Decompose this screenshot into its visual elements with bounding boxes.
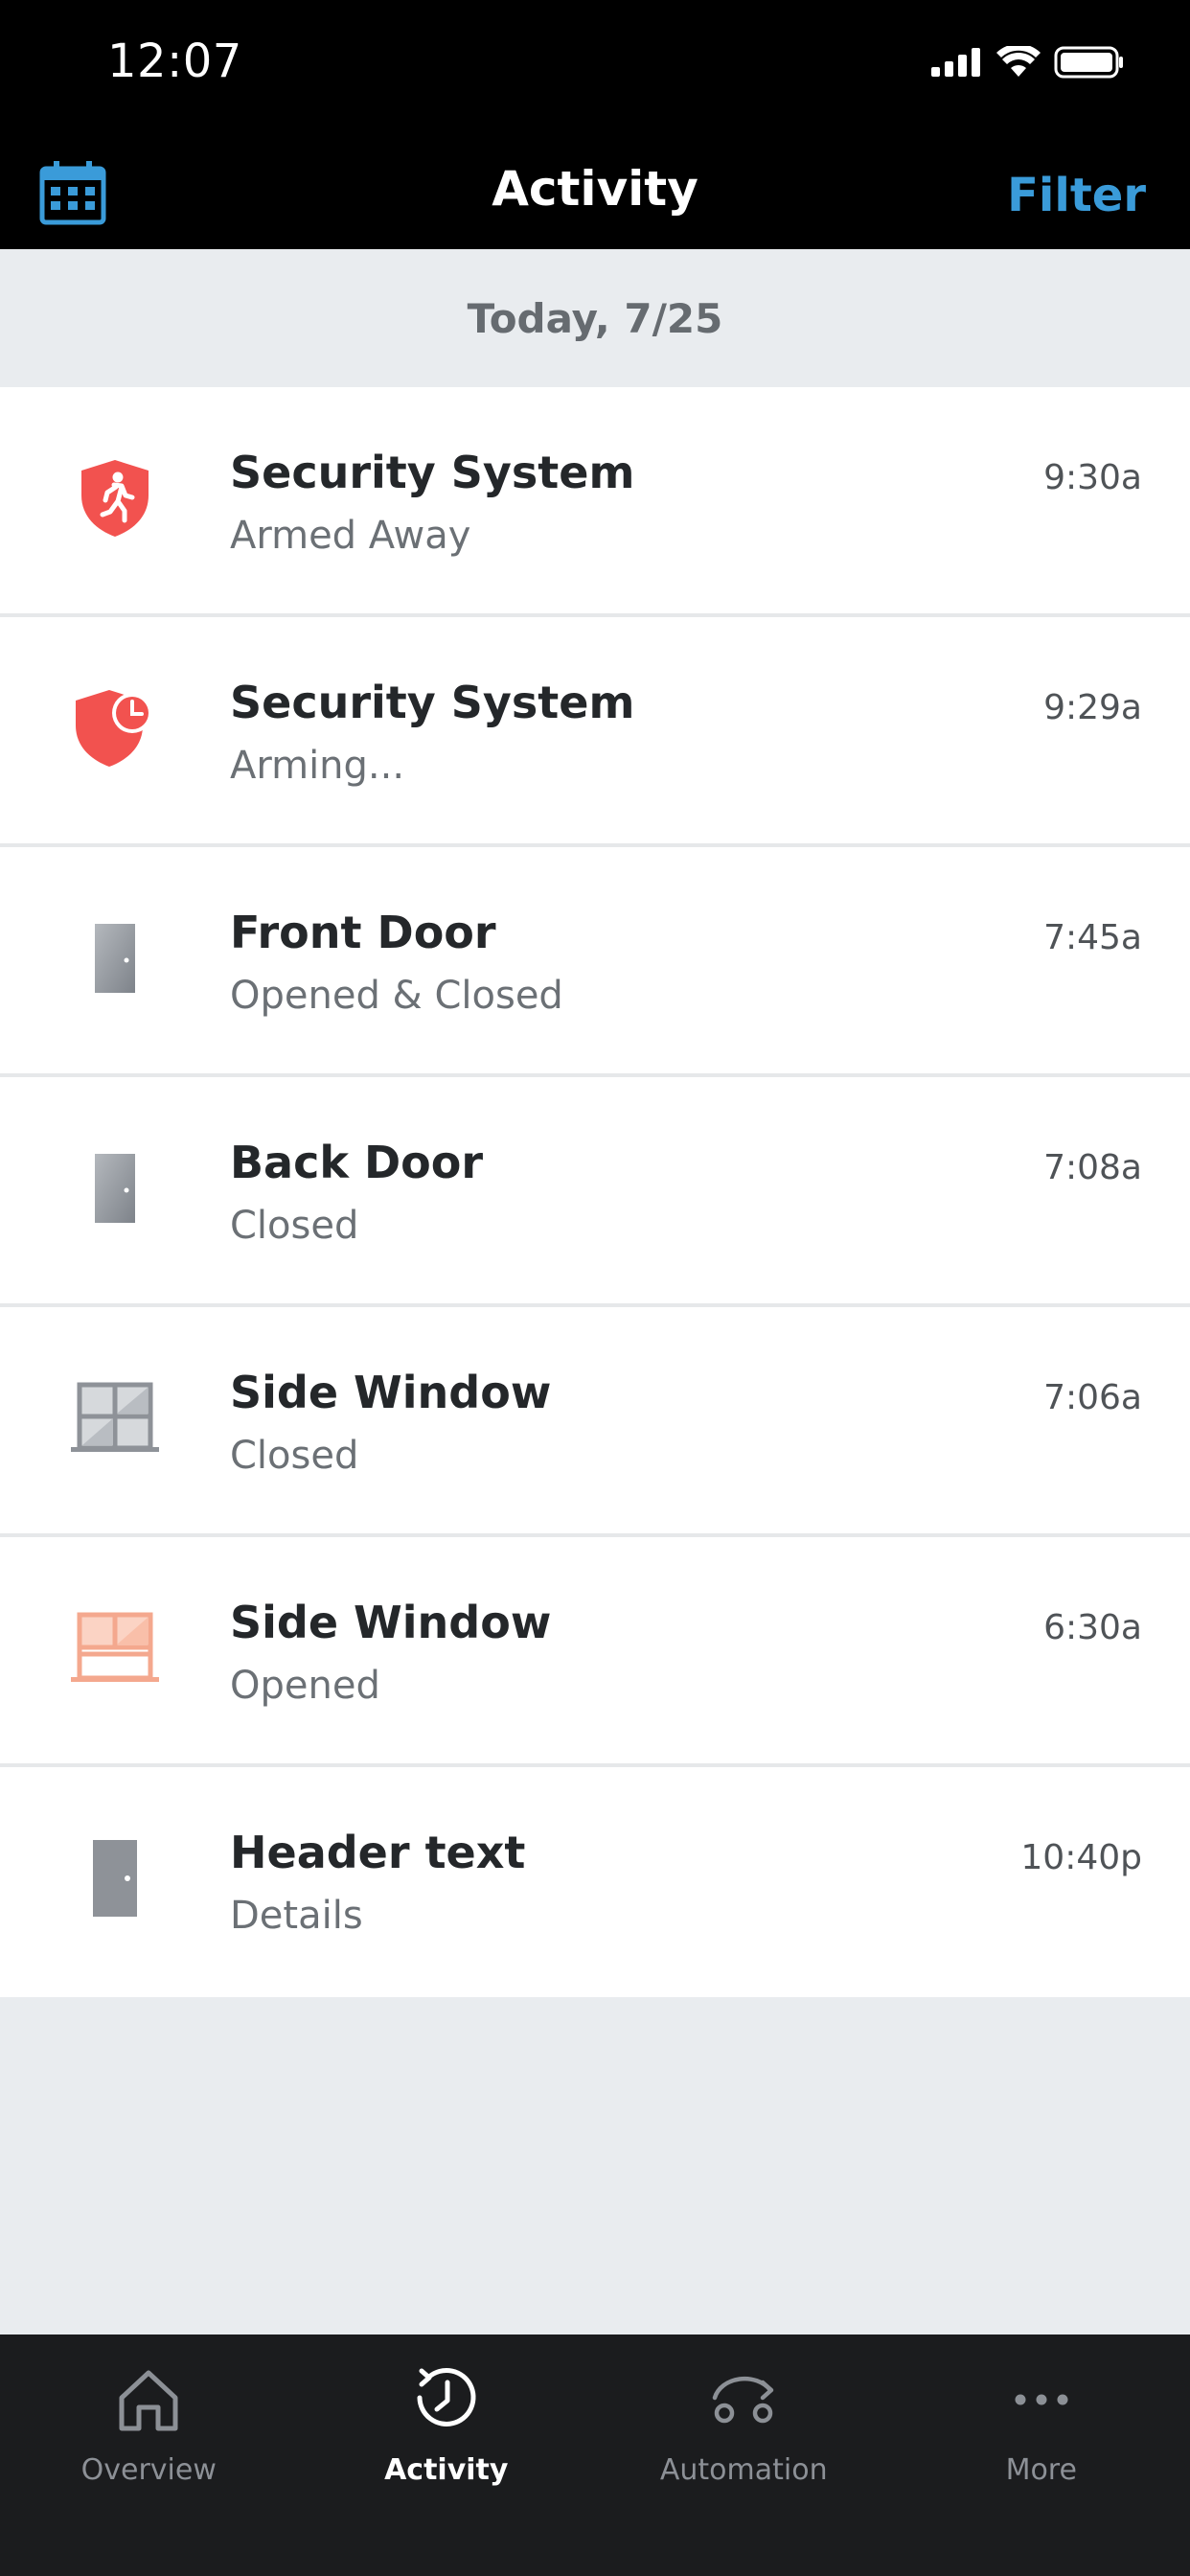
item-title: Front Door <box>230 907 496 958</box>
activity-list: Security System Armed Away 9:30a Securit… <box>0 387 1190 1997</box>
item-time: 7:08a <box>1043 1148 1142 1187</box>
door-icon <box>65 908 165 1008</box>
window-open-icon <box>65 1598 165 1698</box>
item-time: 7:06a <box>1043 1378 1142 1417</box>
door-icon <box>65 1138 165 1238</box>
status-bar: 12:07 <box>0 0 1190 134</box>
status-icons <box>931 46 1125 79</box>
tab-label: Automation <box>659 2453 828 2487</box>
door-icon <box>65 1828 165 1928</box>
item-title: Side Window <box>230 1597 552 1648</box>
filter-button[interactable]: Filter <box>1007 169 1146 222</box>
item-time: 10:40p <box>1020 1838 1142 1877</box>
battery-icon <box>1054 46 1123 79</box>
window-closed-icon <box>65 1368 165 1468</box>
item-title: Security System <box>230 677 635 728</box>
list-item[interactable]: Front Door Opened & Closed 7:45a <box>0 847 1190 1077</box>
item-detail: Closed <box>230 1434 359 1478</box>
shield-walker-icon <box>65 448 165 548</box>
date-section-header: Today, 7/25 <box>0 249 1190 387</box>
tab-automation[interactable]: Automation <box>595 2334 893 2576</box>
item-title: Security System <box>230 447 635 498</box>
tab-overview[interactable]: Overview <box>0 2334 298 2576</box>
list-item[interactable]: Side Window Closed 7:06a <box>0 1307 1190 1537</box>
tab-bar: Overview Activity Automation More <box>0 2334 1190 2576</box>
item-detail: Closed <box>230 1204 359 1248</box>
item-title: Header text <box>230 1827 526 1878</box>
tab-label: Activity <box>384 2453 509 2487</box>
tab-label: More <box>1005 2453 1077 2487</box>
list-item[interactable]: Security System Armed Away 9:30a <box>0 387 1190 617</box>
item-time: 6:30a <box>1043 1608 1142 1647</box>
item-time: 9:29a <box>1043 688 1142 727</box>
nav-bar: Activity Filter <box>0 134 1190 249</box>
tab-label: Overview <box>80 2453 217 2487</box>
automation-icon <box>713 2376 774 2424</box>
shield-clock-icon <box>65 678 165 778</box>
tab-activity[interactable]: Activity <box>298 2334 596 2576</box>
item-detail: Details <box>230 1894 363 1938</box>
activity-clock-icon <box>417 2368 476 2426</box>
home-icon <box>119 2370 178 2431</box>
item-time: 7:45a <box>1043 918 1142 957</box>
wifi-icon <box>996 46 1041 77</box>
tab-more[interactable]: More <box>893 2334 1190 2576</box>
item-detail: Opened & Closed <box>230 974 563 1018</box>
more-dots-icon <box>1015 2394 1068 2405</box>
item-detail: Arming... <box>230 744 405 788</box>
item-detail: Opened <box>230 1664 380 1708</box>
item-detail: Armed Away <box>230 514 471 558</box>
list-item[interactable]: Security System Arming... 9:29a <box>0 617 1190 847</box>
list-item[interactable]: Side Window Opened 6:30a <box>0 1537 1190 1767</box>
list-item[interactable]: Header text Details 10:40p <box>0 1767 1190 1997</box>
status-time: 12:07 <box>107 34 242 88</box>
item-title: Back Door <box>230 1137 484 1188</box>
item-title: Side Window <box>230 1367 552 1418</box>
item-time: 9:30a <box>1043 458 1142 497</box>
list-item[interactable]: Back Door Closed 7:08a <box>0 1077 1190 1307</box>
cellular-signal-icon <box>931 48 980 77</box>
